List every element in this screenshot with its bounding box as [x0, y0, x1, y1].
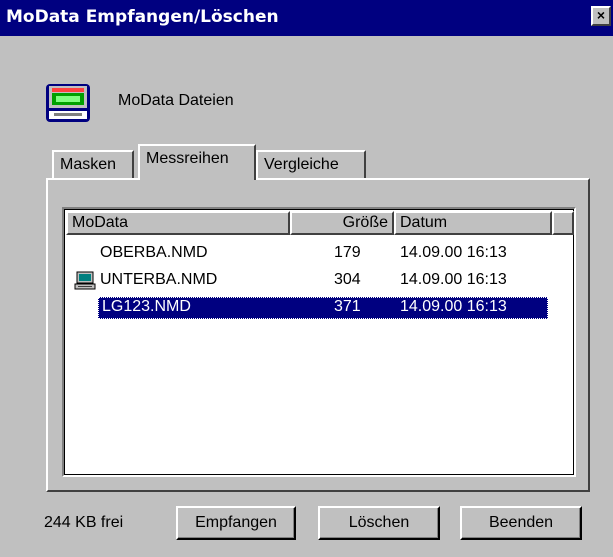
free-space-label: 244 KB frei: [44, 514, 124, 531]
tab-panel: MoData Größe Datum OBERBA.NMD 179 14.09.…: [46, 178, 590, 492]
file-size: 371: [334, 298, 361, 315]
tab-label: Vergleiche: [264, 156, 339, 173]
column-header-label: MoData: [72, 214, 129, 231]
column-header-date[interactable]: Datum: [394, 211, 552, 235]
table-row[interactable]: UNTERBA.NMD 304 14.09.00 16:13: [66, 270, 548, 292]
file-name: OBERBA.NMD: [100, 244, 208, 261]
modata-device-icon: [46, 84, 90, 122]
window-title: MoData Empfangen/Löschen: [6, 7, 279, 27]
button-label: Beenden: [488, 514, 554, 531]
column-header-modata[interactable]: MoData: [66, 211, 290, 235]
computer-icon: [74, 271, 96, 290]
button-label: Löschen: [348, 514, 410, 531]
file-date: 14.09.00 16:13: [400, 298, 507, 315]
tab-label: Masken: [60, 156, 117, 173]
table-row-selected[interactable]: LG123.NMD 371 14.09.00 16:13: [66, 297, 548, 319]
tab-messreihen[interactable]: Messreihen: [138, 144, 256, 180]
tab-vergleiche[interactable]: Vergleiche: [256, 150, 366, 180]
tab-masken[interactable]: Masken: [52, 150, 134, 180]
tab-label: Messreihen: [146, 150, 229, 167]
file-name: LG123.NMD: [102, 298, 191, 315]
file-date: 14.09.00 16:13: [400, 271, 507, 288]
file-list[interactable]: MoData Größe Datum OBERBA.NMD 179 14.09.…: [62, 207, 576, 477]
file-size: 179: [334, 244, 361, 261]
dialog-window: MoData Empfangen/Löschen × MoData Dateie…: [0, 0, 613, 557]
button-label: Empfangen: [195, 514, 277, 531]
column-header-label: Größe: [342, 214, 388, 231]
close-icon: ×: [596, 7, 606, 23]
close-button[interactable]: ×: [591, 6, 611, 26]
title-bar[interactable]: MoData Empfangen/Löschen ×: [0, 0, 613, 36]
files-label: MoData Dateien: [118, 92, 234, 109]
exit-button[interactable]: Beenden: [460, 506, 582, 540]
column-header-size[interactable]: Größe: [290, 211, 394, 235]
delete-button[interactable]: Löschen: [318, 506, 440, 540]
file-size: 304: [334, 271, 361, 288]
table-row[interactable]: OBERBA.NMD 179 14.09.00 16:13: [66, 243, 548, 265]
file-date: 14.09.00 16:13: [400, 244, 507, 261]
column-header-spacer: [552, 211, 574, 235]
column-header-label: Datum: [400, 214, 448, 231]
file-name: UNTERBA.NMD: [100, 271, 218, 288]
receive-button[interactable]: Empfangen: [176, 506, 296, 540]
